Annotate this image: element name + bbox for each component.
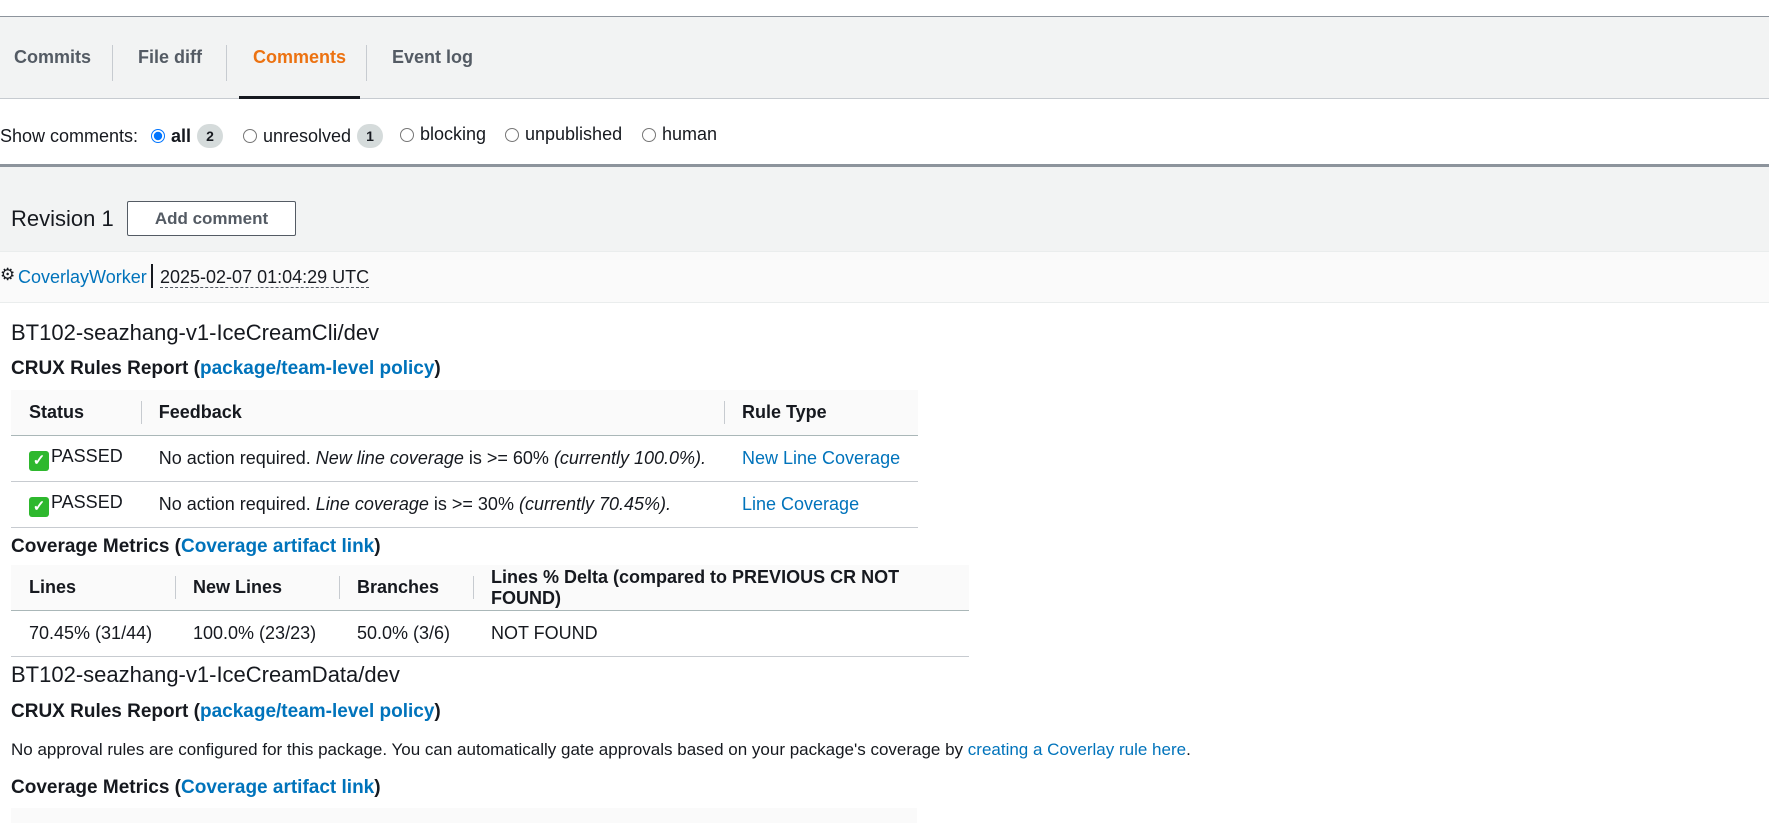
rules-report-heading: CRUX Rules Report (package/team-level po… [11, 358, 441, 380]
table-header-row: Lines New Lines Branches Lines % Delta (… [11, 565, 969, 611]
count-badge: 2 [197, 124, 224, 148]
status-cell: ✓ PASSED [11, 435, 141, 482]
feedback-metric: Line coverage [315, 494, 429, 514]
table-row: 70.45% (31/44) 100.0% (23/23) 50.0% (3/6… [11, 610, 969, 657]
no-rules-text: No approval rules are configured for thi… [11, 740, 968, 759]
no-rules-end: . [1186, 740, 1191, 759]
tab-separator [226, 45, 227, 81]
lines-cell: 70.45% (31/44) [11, 610, 175, 657]
feedback-threshold: is >= 60% [463, 448, 554, 468]
table-row: ✓ PASSED No action required. New line cov… [11, 435, 919, 482]
comment-filter-bar: Show comments: all 2 unresolved 1 blocki… [0, 112, 1769, 167]
filter-human-label: human [662, 124, 718, 144]
check-icon: ✓ [29, 497, 49, 517]
comment-timestamp[interactable]: 2025-02-07 01:04:29 UTC [160, 267, 370, 288]
column-header: Status [11, 390, 141, 436]
filter-unresolved[interactable]: unresolved 1 [243, 124, 384, 148]
status-text: PASSED [51, 446, 123, 466]
column-header: Branches [339, 565, 473, 611]
rule-type-cell: New Line Coverage [724, 435, 919, 482]
table-header-row: Status Feedback Rule Type [11, 390, 919, 436]
metrics-heading-close: ) [374, 536, 381, 557]
feedback-threshold: is >= 30% [428, 494, 519, 514]
filter-all[interactable]: all 2 [151, 124, 224, 148]
tab-bar: Commits File diff Comments Event log [0, 17, 1769, 99]
tab-comments[interactable]: Comments [239, 17, 361, 99]
tab-event-log[interactable]: Event log [378, 17, 487, 98]
filter-blocking-label: blocking [420, 124, 487, 144]
rule-type-link[interactable]: New Line Coverage [742, 448, 900, 468]
filter-blocking[interactable]: blocking [400, 124, 486, 145]
coverage-metrics-heading: Coverage Metrics (Coverage artifact link… [11, 536, 381, 558]
rules-heading-text: CRUX Rules Report ( [11, 358, 200, 379]
filter-all-label: all [171, 125, 192, 146]
tab-separator [112, 45, 113, 81]
count-badge: 1 [357, 124, 384, 148]
create-rule-link[interactable]: creating a Coverlay rule here [968, 740, 1186, 759]
metrics-heading-text: Coverage Metrics ( [11, 777, 182, 798]
coverage-metrics-table: Lines New Lines Branches Lines % Delta (… [11, 565, 969, 657]
filter-human[interactable]: human [642, 124, 717, 145]
column-header: New Lines [175, 565, 339, 611]
column-header: Lines [11, 565, 175, 611]
revision-title: Revision 1 [11, 206, 114, 231]
filter-blocking-radio[interactable] [400, 127, 414, 142]
rules-heading-close: ) [434, 701, 441, 722]
coverage-artifact-link[interactable]: Coverage artifact link [181, 777, 374, 798]
metrics-heading-close: ) [374, 777, 381, 798]
rules-report-heading: CRUX Rules Report (package/team-level po… [11, 701, 441, 723]
package-title: BT102-seazhang-v1-IceCreamData/dev [11, 662, 400, 687]
filter-unpublished-radio[interactable] [505, 127, 519, 142]
feedback-text: No action required. [158, 494, 316, 514]
tab-file-diff[interactable]: File diff [124, 17, 216, 98]
tab-commits[interactable]: Commits [0, 17, 105, 98]
rule-type-cell: Line Coverage [724, 481, 919, 528]
branches-cell: 50.0% (3/6) [339, 610, 473, 657]
status-text: PASSED [51, 492, 123, 512]
table-row: ✓ PASSED No action required. Line coverag… [11, 481, 919, 528]
no-rules-message: No approval rules are configured for thi… [11, 740, 1191, 760]
column-header: Feedback [140, 390, 724, 436]
table-header-row [11, 808, 917, 823]
column-header: Rule Type [724, 390, 919, 436]
column-header: Lines % Delta (compared to PREVIOUS CR N… [473, 565, 969, 611]
filter-unpublished[interactable]: unpublished [505, 124, 622, 145]
filter-label: Show comments: [0, 126, 139, 146]
status-cell: ✓ PASSED [11, 481, 141, 528]
comment-author-bar: ⚙ CoverlayWorker 2025-02-07 01:04:29 UTC [0, 251, 1769, 303]
coverage-metrics-heading: Coverage Metrics (Coverage artifact link… [11, 777, 381, 799]
tab-separator [366, 45, 367, 81]
rules-table: Status Feedback Rule Type ✓ PASSED No act… [11, 390, 919, 528]
filter-all-radio[interactable] [151, 129, 165, 143]
check-icon: ✓ [29, 451, 49, 471]
author-divider [151, 264, 153, 288]
new-lines-cell: 100.0% (23/23) [175, 610, 339, 657]
feedback-cell: No action required. Line coverage is >= … [140, 481, 724, 528]
feedback-text: No action required. [158, 448, 316, 468]
author-link[interactable]: CoverlayWorker [18, 267, 147, 288]
metrics-heading-text: Coverage Metrics ( [11, 536, 182, 557]
coverage-artifact-link[interactable]: Coverage artifact link [181, 536, 374, 557]
feedback-current: (currently 70.45%). [518, 494, 672, 514]
filter-unresolved-label: unresolved [263, 125, 352, 146]
add-comment-button[interactable]: Add comment [127, 201, 296, 236]
delta-cell: NOT FOUND [473, 610, 969, 657]
feedback-metric: New line coverage [315, 448, 464, 468]
package-title: BT102-seazhang-v1-IceCreamCli/dev [11, 320, 380, 345]
rule-type-link[interactable]: Line Coverage [742, 494, 859, 514]
feedback-cell: No action required. New line coverage is… [140, 435, 724, 482]
filter-unresolved-radio[interactable] [243, 129, 257, 143]
policy-link[interactable]: package/team-level policy [200, 358, 434, 379]
rules-heading-close: ) [434, 358, 441, 379]
feedback-current: (currently 100.0%). [553, 448, 706, 468]
rules-heading-text: CRUX Rules Report ( [11, 701, 200, 722]
policy-link[interactable]: package/team-level policy [200, 701, 434, 722]
filter-unpublished-label: unpublished [525, 124, 623, 144]
filter-human-radio[interactable] [642, 127, 656, 142]
gear-icon: ⚙ [0, 265, 16, 284]
